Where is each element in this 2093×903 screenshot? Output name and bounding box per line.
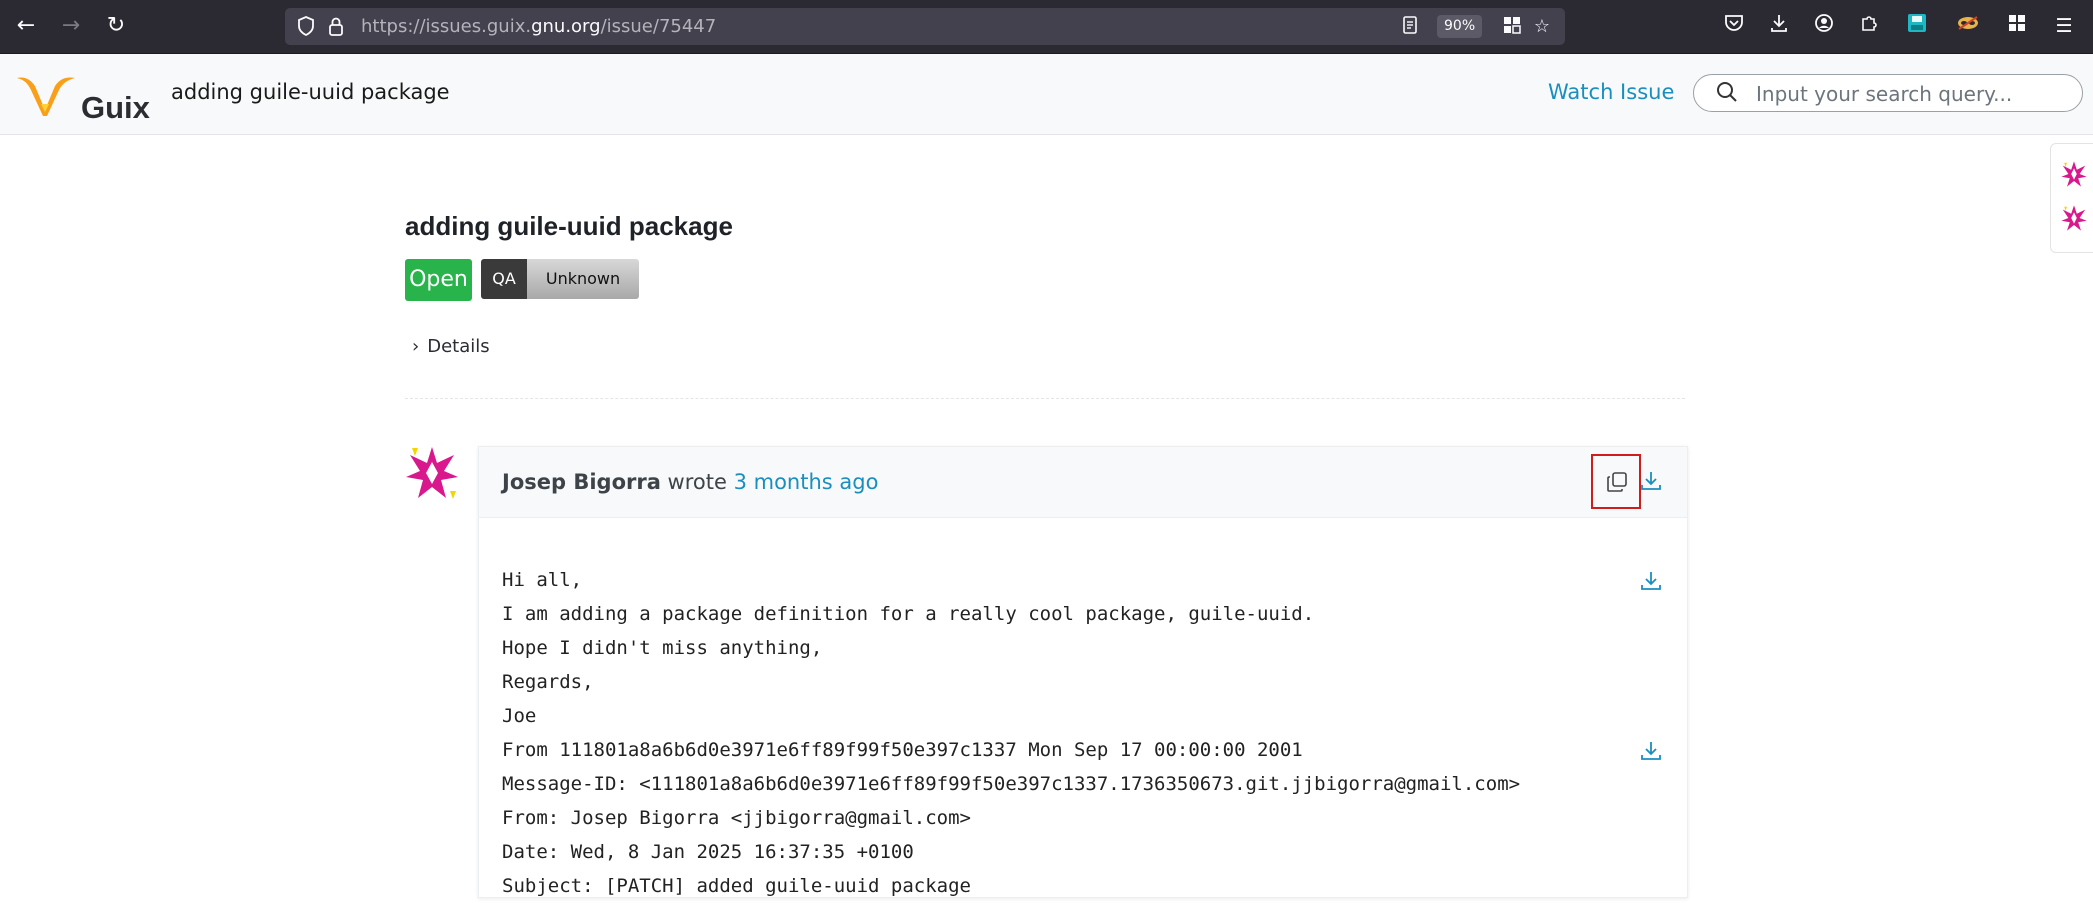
lock-icon[interactable] <box>325 16 347 38</box>
mask-extension-icon[interactable] <box>1955 13 1981 39</box>
header-title: adding guile-uuid package <box>171 80 450 104</box>
message-body: Hi all, I am adding a package definition… <box>502 563 1520 903</box>
qa-label: QA <box>481 259 527 299</box>
divider <box>405 398 1685 399</box>
participant-avatar[interactable] <box>2060 160 2088 188</box>
author-avatar[interactable] <box>404 445 460 501</box>
participant-avatar[interactable] <box>2060 204 2088 232</box>
copy-button[interactable] <box>1591 454 1641 509</box>
message-line: Regards, <box>502 671 594 693</box>
copy-icon <box>1607 472 1627 492</box>
shield-icon[interactable] <box>295 16 317 38</box>
details-toggle[interactable]: › Details <box>412 336 490 357</box>
bookmark-star-icon[interactable]: ☆ <box>1531 16 1553 38</box>
message-line: Subject: [PATCH] added guile-uuid packag… <box>502 875 971 897</box>
save-extension-icon[interactable] <box>1904 13 1930 39</box>
author-name[interactable]: Josep Bigorra <box>502 470 661 494</box>
search-icon <box>1717 82 1737 102</box>
message-line: From: Josep Bigorra <jjbigorra@gmail.com… <box>502 807 971 829</box>
url-text[interactable]: https://issues.guix.gnu.org/issue/75447 <box>361 16 716 37</box>
logo-text: Guix <box>81 90 150 125</box>
message-header: Josep Bigorra wrote 3 months ago <box>479 447 1687 518</box>
download-attachment-icon[interactable] <box>1639 569 1663 593</box>
address-bar[interactable]: https://issues.guix.gnu.org/issue/75447 … <box>285 8 1565 45</box>
download-message-icon[interactable] <box>1639 469 1663 493</box>
guix-logo[interactable]: Guix <box>15 70 150 125</box>
guix-logo-icon <box>17 77 75 116</box>
message-line: Message-ID: <111801a8a6b6d0e3971e6ff89f9… <box>502 773 1521 795</box>
message-line: Hope I didn't miss anything, <box>502 637 823 659</box>
forward-arrow-icon[interactable]: → <box>55 10 87 42</box>
qa-value: Unknown <box>527 259 639 299</box>
site-header: Guix adding guile-uuid package Watch Iss… <box>0 54 2093 135</box>
browser-toolbar: ← → ↻ https://issues.guix.gnu.org/issue/… <box>0 0 2093 54</box>
zoom-level[interactable]: 90% <box>1437 15 1483 38</box>
message-line: From 111801a8a6b6d0e3971e6ff89f99f50e397… <box>502 739 1303 761</box>
qa-badge[interactable]: QA Unknown <box>481 259 639 299</box>
extensions-menu-icon[interactable] <box>2004 13 2030 39</box>
account-icon[interactable] <box>1811 13 1837 39</box>
message-line: I am adding a package definition for a r… <box>502 603 1315 625</box>
message-line: Joe <box>502 705 537 727</box>
download-patch-icon[interactable] <box>1639 739 1663 763</box>
puzzle-extensions-icon[interactable] <box>1856 13 1882 39</box>
message-time-link[interactable]: 3 months ago <box>734 470 879 494</box>
download-icon[interactable] <box>1766 13 1792 39</box>
participants-strip <box>2050 143 2093 253</box>
message-line: Date: Wed, 8 Jan 2025 16:37:35 +0100 <box>502 841 914 863</box>
chevron-right-icon: › <box>412 336 420 357</box>
reload-icon[interactable]: ↻ <box>100 10 132 42</box>
pocket-icon[interactable] <box>1721 13 1747 39</box>
back-arrow-icon[interactable]: ← <box>10 10 42 42</box>
extensions-grid-icon[interactable] <box>1501 16 1523 38</box>
message-card: Josep Bigorra wrote 3 months ago Hi all,… <box>478 446 1688 898</box>
status-badge: Open <box>405 259 472 301</box>
reader-view-icon[interactable] <box>1399 16 1421 38</box>
wrote-text: wrote <box>660 470 734 494</box>
issue-title: adding guile-uuid package <box>405 211 733 241</box>
watch-issue-link[interactable]: Watch Issue <box>1548 80 1674 104</box>
search-input[interactable]: Input your search query... <box>1693 74 2083 112</box>
details-label: Details <box>427 336 490 357</box>
hamburger-menu-icon[interactable]: ☰ <box>2051 13 2077 39</box>
search-placeholder: Input your search query... <box>1756 82 2013 106</box>
message-line: Hi all, <box>502 569 583 591</box>
